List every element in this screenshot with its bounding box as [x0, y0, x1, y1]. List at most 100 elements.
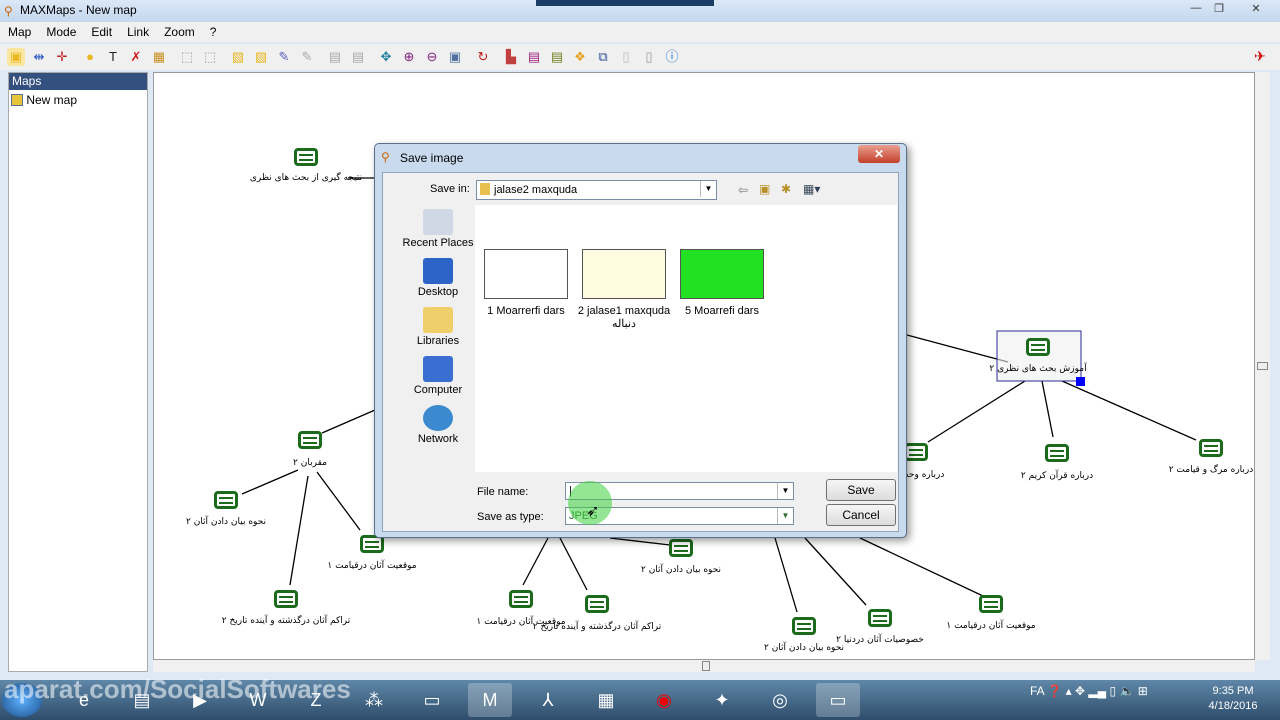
- dialog-body: Save in: jalase2 maxquda ▼ ⇦ ▣ ✱ ▦▾ Rece…: [382, 172, 899, 532]
- taskbar-app[interactable]: ⁂: [352, 683, 396, 717]
- file-name: 2 jalase1 maxquda: [577, 305, 671, 317]
- link[interactable]: [804, 537, 867, 606]
- place-libraries[interactable]: Libraries: [395, 307, 481, 347]
- save-in-select[interactable]: jalase2 maxquda ▼: [476, 180, 717, 200]
- taskbar-calc[interactable]: ▦: [584, 683, 628, 717]
- link[interactable]: [774, 537, 798, 613]
- up-folder-icon[interactable]: ▣: [759, 182, 770, 196]
- dropbox-icon[interactable]: ✥: [1075, 684, 1085, 698]
- scroll-thumb[interactable]: [702, 661, 710, 671]
- power-icon[interactable]: ▯: [1110, 684, 1117, 698]
- language-indicator[interactable]: FA: [1030, 684, 1044, 698]
- mouse-cursor-icon: ➶: [586, 503, 600, 520]
- save-type-label: Save as type:: [477, 511, 544, 523]
- map-node-label[interactable]: موقعیت آثان درقیامت ۱: [946, 621, 1035, 631]
- map-node-label[interactable]: نحوه بیان دادن آثان ۲: [186, 517, 266, 527]
- save-button[interactable]: Save: [826, 479, 896, 501]
- place-recent-places[interactable]: Recent Places: [395, 209, 481, 249]
- file-list[interactable]: 1 Moarrerfi dars 2 jalase1 maxquda دنباله…: [475, 205, 897, 472]
- taskbar-app[interactable]: ▭: [410, 683, 454, 717]
- taskbar-chrome[interactable]: ◎: [758, 683, 802, 717]
- map-node-icon[interactable]: [1045, 444, 1069, 462]
- network-icon[interactable]: ▂▄: [1088, 684, 1106, 698]
- save-in-label: Save in:: [430, 183, 470, 195]
- link[interactable]: [522, 537, 549, 586]
- map-node-icon[interactable]: [904, 443, 928, 461]
- help-icon[interactable]: ❓: [1047, 684, 1062, 698]
- file-item[interactable]: 2 jalase1 maxquda دنباله: [576, 249, 672, 330]
- taskbar-app[interactable]: ✦: [700, 683, 744, 717]
- new-folder-icon[interactable]: ✱: [781, 182, 791, 196]
- file-thumbnail: [680, 249, 764, 299]
- place-label: Network: [417, 433, 459, 445]
- cancel-button[interactable]: Cancel: [826, 504, 896, 526]
- file-item[interactable]: 5 Moarrefi dars: [674, 249, 770, 317]
- map-node-icon[interactable]: [214, 491, 238, 509]
- place-label: Recent Places: [402, 237, 474, 249]
- file-name-line2: دنباله: [612, 318, 636, 330]
- action-center-icon[interactable]: ⊞: [1138, 684, 1148, 698]
- link[interactable]: [559, 537, 588, 591]
- file-item[interactable]: 1 Moarrerfi dars: [478, 249, 574, 317]
- map-node-icon[interactable]: [298, 431, 322, 449]
- save-image-dialog: ⚲ Save image ✕ Save in: jalase2 maxquda …: [374, 143, 907, 538]
- resize-handle[interactable]: [1076, 377, 1085, 386]
- taskbar-maxmaps[interactable]: M: [468, 683, 512, 717]
- link[interactable]: [241, 469, 299, 495]
- chevron-down-icon[interactable]: ▼: [777, 508, 793, 524]
- map-node-icon[interactable]: [1026, 338, 1050, 356]
- watermark: aparat.com/SocialSoftwares: [4, 674, 351, 704]
- link[interactable]: [1041, 380, 1054, 438]
- map-node-icon[interactable]: [509, 590, 533, 608]
- horizontal-scrollbar[interactable]: [153, 660, 1255, 672]
- clock[interactable]: 9:35 PM 4/18/2016: [1205, 684, 1261, 714]
- map-node-icon[interactable]: [274, 590, 298, 608]
- map-node-icon[interactable]: [294, 148, 318, 166]
- map-node-label[interactable]: تراکم آثان درگذشته و آینده تاریخ ۲: [222, 616, 350, 626]
- map-node-icon[interactable]: [792, 617, 816, 635]
- vertical-scrollbar[interactable]: [1255, 72, 1270, 660]
- map-node-label[interactable]: نحوه بیان دادن آثان ۲: [764, 643, 844, 653]
- link[interactable]: [321, 409, 376, 434]
- place-computer[interactable]: Computer: [395, 356, 481, 396]
- chevron-down-icon[interactable]: ▼: [777, 483, 793, 499]
- link[interactable]: [1061, 380, 1197, 441]
- scroll-thumb[interactable]: [1257, 362, 1268, 370]
- map-node-label[interactable]: مقربان ۲: [293, 458, 327, 468]
- map-node-label[interactable]: درباره مرگ و قیامت ۲: [1169, 465, 1254, 475]
- back-icon[interactable]: ⇦: [738, 183, 748, 197]
- map-node-label[interactable]: درباره قرآن کریم ۲: [1021, 471, 1093, 481]
- map-node-icon[interactable]: [868, 609, 892, 627]
- folder-icon: [480, 183, 490, 195]
- link[interactable]: [289, 475, 309, 586]
- link[interactable]: [859, 537, 984, 597]
- link[interactable]: [316, 471, 361, 531]
- view-menu-icon[interactable]: ▦▾: [803, 182, 820, 196]
- volume-icon[interactable]: 🔈: [1119, 684, 1134, 698]
- map-node-label[interactable]: نحوه بیان دادن آثان ۲: [641, 565, 721, 575]
- map-node-icon[interactable]: [979, 595, 1003, 613]
- chevron-down-icon[interactable]: ▼: [700, 181, 716, 197]
- taskbar-window[interactable]: ▭: [816, 683, 860, 717]
- map-node-icon[interactable]: [585, 595, 609, 613]
- map-node-label[interactable]: خصوصیات آثان دردنیا ۲: [836, 635, 924, 645]
- map-node-label[interactable]: نتیجه گیری از بحث های نظری: [250, 173, 362, 183]
- link[interactable]: [906, 334, 1009, 363]
- taskbar-recorder[interactable]: ◉: [642, 683, 686, 717]
- dialog-close-button[interactable]: ✕: [858, 145, 900, 163]
- map-node-label[interactable]: تراکم آثان درگذشته و آینده تاریخ ۲: [533, 622, 661, 632]
- map-node-icon[interactable]: [669, 539, 693, 557]
- taskbar-acrobat[interactable]: ⅄: [526, 683, 570, 717]
- file-name: 5 Moarrefi dars: [685, 305, 759, 317]
- map-node-label[interactable]: آموزش بحث های نظری ۲: [989, 364, 1086, 374]
- place-label: Desktop: [417, 286, 459, 298]
- map-node-label[interactable]: موقعیت آثان درقیامت ۱: [327, 561, 416, 571]
- link[interactable]: [609, 537, 671, 546]
- system-tray: FA ❓ ▴ ✥ ▂▄ ▯ 🔈 ⊞: [1030, 684, 1148, 698]
- map-node-icon[interactable]: [1199, 439, 1223, 457]
- place-desktop[interactable]: Desktop: [395, 258, 481, 298]
- link[interactable]: [927, 380, 1026, 443]
- dialog-title: Save image: [400, 151, 464, 165]
- place-network[interactable]: Network: [395, 405, 481, 445]
- file-name: 1 Moarrerfi dars: [487, 305, 565, 317]
